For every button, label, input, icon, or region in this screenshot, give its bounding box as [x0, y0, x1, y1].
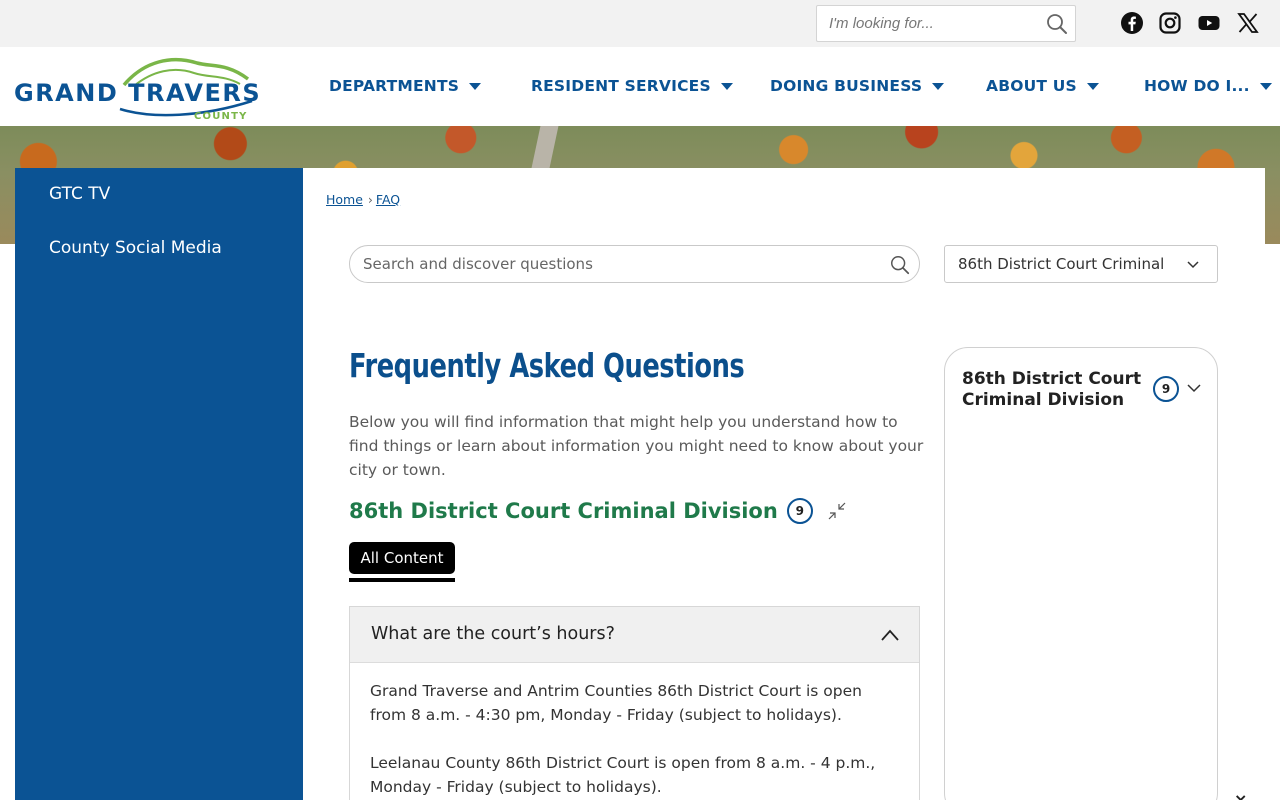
all-content-filter[interactable]: All Content [349, 542, 455, 574]
category-select-value: 86th District Court Criminal [958, 255, 1165, 273]
category-heading: 86th District Court Criminal Division 9 [349, 498, 847, 524]
faq-answer-paragraph: Leelanau County 86th District Court is o… [370, 754, 876, 796]
logo-county: COUNTY [194, 111, 248, 121]
faq-question-toggle[interactable]: What are the court’s hours? [350, 607, 919, 663]
faq-answer-paragraph: Grand Traverse and Antrim Counties 86th … [370, 682, 862, 724]
nav-about-us[interactable]: ABOUT US [986, 74, 1099, 98]
banner-road [531, 126, 559, 168]
grand-traverse-logo[interactable]: GRAND TRAVERSE COUNTY [12, 53, 262, 121]
sidebar-item-gtc-tv[interactable]: GTC TV [49, 184, 110, 204]
nav-departments[interactable]: DEPARTMENTS [329, 74, 482, 98]
caret-down-icon [720, 82, 733, 90]
category-panel: 86th District Court Criminal Division 9 [944, 347, 1218, 800]
nav-how-do-i-label: HOW DO I... [1144, 77, 1250, 95]
nav-departments-label: DEPARTMENTS [329, 77, 460, 95]
instagram-icon[interactable] [1158, 11, 1182, 35]
sidebar: GTC TV County Social Media [15, 168, 303, 800]
chevron-down-icon[interactable] [1187, 383, 1201, 393]
question-count-badge: 9 [786, 498, 813, 524]
breadcrumb-home[interactable]: Home [326, 192, 363, 207]
page-title: Frequently Asked Questions [349, 346, 745, 385]
page-intro: Below you will find information that mig… [349, 413, 924, 479]
active-filter-underline [349, 578, 455, 582]
faq-question: What are the court’s hours? [371, 624, 615, 644]
caret-down-icon [469, 82, 482, 90]
close-icon[interactable]: × [1234, 790, 1247, 800]
faq-search-input[interactable] [350, 246, 880, 282]
nav-how-do-i[interactable]: HOW DO I... [1144, 74, 1272, 98]
site-header: GRAND TRAVERSE COUNTY DEPARTMENTS RESIDE… [0, 47, 1280, 126]
faq-item: What are the court’s hours? Grand Traver… [349, 606, 920, 800]
faq-search-box [349, 245, 920, 283]
main-content: Home ›FAQ 86th District Court Criminal Fr… [303, 168, 1265, 800]
search-icon[interactable] [889, 254, 911, 276]
breadcrumb-faq[interactable]: FAQ [376, 192, 400, 207]
caret-down-icon [1259, 82, 1272, 90]
chevron-up-icon [881, 629, 899, 641]
logo-wordmark: GRAND TRAVERSE [14, 79, 262, 107]
caret-down-icon [1086, 82, 1099, 90]
nav-resident-services[interactable]: RESIDENT SERVICES [531, 74, 733, 98]
category-select[interactable]: 86th District Court Criminal [944, 245, 1218, 283]
breadcrumb-separator: › [367, 192, 373, 207]
nav-about-us-label: ABOUT US [986, 77, 1077, 95]
question-count-badge: 9 [1153, 376, 1179, 402]
breadcrumb: Home › FAQ [326, 192, 400, 207]
nav-resident-services-label: RESIDENT SERVICES [531, 77, 711, 95]
x-icon[interactable] [1236, 11, 1260, 35]
faq-answer: Grand Traverse and Antrim Counties 86th … [370, 679, 900, 800]
category-heading-label: 86th District Court Criminal Division [349, 499, 778, 523]
nav-doing-business[interactable]: DOING BUSINESS [770, 74, 945, 98]
nav-doing-business-label: DOING BUSINESS [770, 77, 923, 95]
sidebar-item-county-social-media[interactable]: County Social Media [49, 238, 222, 258]
chevron-down-icon [1187, 261, 1199, 269]
search-icon[interactable] [1045, 12, 1069, 36]
site-search-box [816, 5, 1076, 42]
caret-down-icon [932, 82, 945, 90]
youtube-icon[interactable] [1197, 11, 1221, 35]
utility-bar [0, 0, 1280, 47]
facebook-icon[interactable] [1120, 11, 1144, 35]
category-panel-title[interactable]: 86th District Court Criminal Division [962, 369, 1152, 411]
site-search-input[interactable] [817, 6, 1037, 41]
collapse-arrows-icon[interactable] [827, 501, 847, 521]
